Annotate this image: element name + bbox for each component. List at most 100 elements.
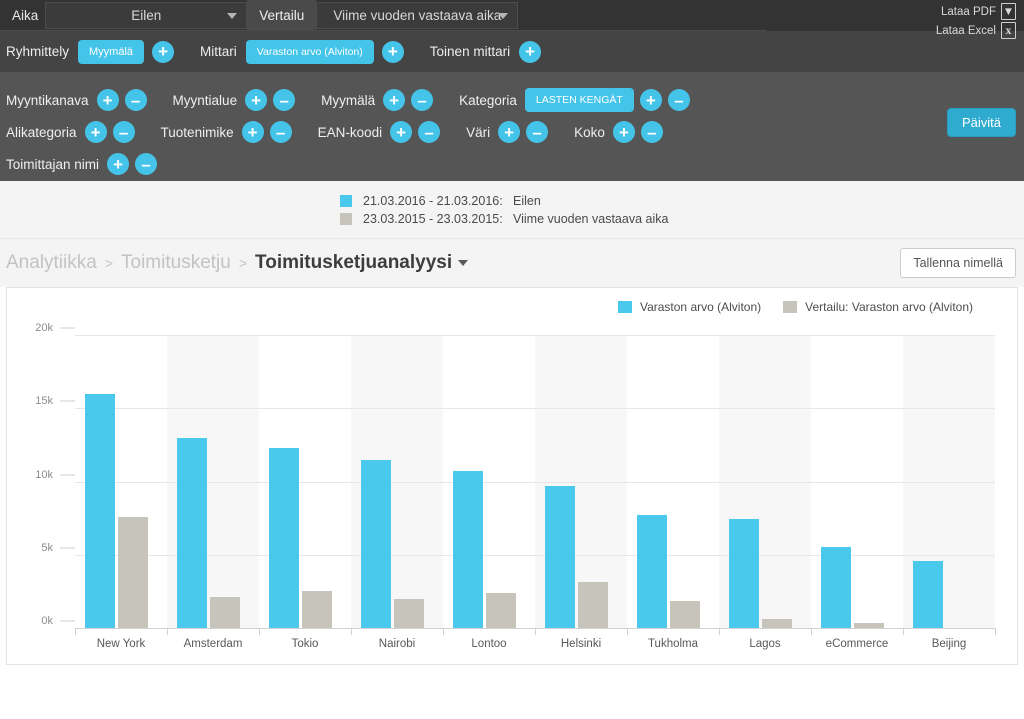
bar-group: [535, 335, 627, 628]
breadcrumb-separator: >: [104, 255, 114, 271]
add-filter-button[interactable]: +: [84, 121, 107, 143]
x-axis-tick-mark: [75, 628, 76, 635]
bar[interactable]: [210, 596, 240, 628]
y-axis-tick-label: 15k: [35, 395, 53, 408]
comparison-legend: 21.03.2016 - 21.03.2016: Eilen 23.03.2015 …: [0, 181, 1024, 239]
bar[interactable]: [545, 485, 575, 628]
x-axis-tick-label: Amsterdam: [183, 638, 243, 650]
x-axis-tick-label: Tokio: [291, 638, 319, 650]
remove-filter-button[interactable]: –: [526, 121, 549, 143]
add-filter-button[interactable]: +: [241, 121, 264, 143]
bar[interactable]: [762, 619, 792, 628]
bar-group: [627, 335, 719, 628]
second-metric-label: Toinen mittari: [429, 44, 511, 59]
add-filter-button[interactable]: +: [245, 89, 268, 111]
add-filter-button[interactable]: +: [612, 121, 635, 143]
download-excel-label: Lataa Excel: [935, 24, 996, 37]
x-axis-tick-label: Nairobi: [378, 638, 416, 650]
bar[interactable]: [85, 393, 115, 628]
remove-filter-button[interactable]: –: [273, 89, 296, 111]
bar[interactable]: [578, 581, 608, 628]
download-pdf-label: Lataa PDF: [941, 5, 996, 18]
add-metric-button[interactable]: +: [381, 40, 404, 63]
add-filter-button[interactable]: +: [96, 89, 119, 111]
filter-label: Koko: [574, 124, 605, 140]
add-filter-button[interactable]: +: [390, 121, 413, 143]
plot-area: [75, 335, 995, 629]
bar[interactable]: [670, 600, 700, 628]
bar[interactable]: [821, 546, 851, 628]
remove-filter-button[interactable]: –: [124, 89, 147, 111]
filter-koko: Koko + –: [574, 121, 663, 143]
add-filter-button[interactable]: +: [498, 121, 521, 143]
bar[interactable]: [453, 471, 483, 628]
comparison-range-select[interactable]: Viime vuoden vastaava aika: [316, 2, 519, 29]
chart-legend-item[interactable]: Vertailu: Varaston arvo (Alviton): [783, 300, 973, 314]
add-filter-button[interactable]: +: [639, 89, 662, 111]
breadcrumb-item-toimitusketju[interactable]: Toimitusketju: [121, 252, 231, 274]
save-as-button[interactable]: Tallenna nimellä: [900, 248, 1016, 278]
download-pdf-link[interactable]: Lataa PDF ▼: [936, 3, 1016, 20]
bar[interactable]: [177, 437, 207, 628]
x-axis-tick-mark: [259, 628, 260, 635]
chart-legend-label: Varaston arvo (Alviton): [639, 300, 762, 314]
x-axis-tick-mark: [811, 628, 812, 635]
legend-date-range: 21.03.2016 - 21.03.2016:: [363, 193, 503, 208]
remove-filter-button[interactable]: –: [269, 121, 292, 143]
x-axis-tick-mark: [535, 628, 536, 635]
chevron-down-icon: [227, 12, 238, 19]
remove-filter-button[interactable]: –: [418, 121, 441, 143]
x-axis-tick-label: eCommerce: [825, 638, 889, 650]
x-axis: New York Amsterdam Tokio Nairobi Lontoo Helsi…: [75, 628, 996, 658]
download-excel-link[interactable]: Lataa Excel x: [936, 22, 1016, 39]
bar[interactable]: [486, 592, 516, 628]
chart-panel: Varaston arvo (Alviton) Vertailu: Varasto…: [6, 287, 1018, 665]
bar-group: [443, 335, 535, 628]
add-second-metric-button[interactable]: +: [519, 40, 542, 63]
bar[interactable]: [394, 599, 424, 628]
comparison-tab[interactable]: Vertailu: [247, 0, 317, 31]
x-axis-tick-mark: [627, 628, 628, 635]
bar[interactable]: [729, 518, 759, 628]
y-axis-tick-label: 10k: [35, 468, 53, 481]
remove-filter-button[interactable]: –: [135, 153, 158, 175]
comparison-legend-item: 21.03.2016 - 21.03.2016: Eilen: [340, 192, 1024, 210]
y-axis-tick-mark: [60, 400, 75, 402]
breadcrumb-item-toimitusketjuanalyysi[interactable]: Toimitusketjuanalyysi: [255, 252, 452, 274]
legend-date-range: 23.03.2015 - 23.03.2015:: [363, 211, 503, 226]
filter-label: Myymälä: [321, 92, 376, 108]
update-button[interactable]: Päivitä: [946, 108, 1016, 137]
chart-legend-item[interactable]: Varaston arvo (Alviton): [617, 300, 762, 314]
remove-filter-button[interactable]: –: [411, 89, 434, 111]
chevron-down-icon[interactable]: [458, 260, 469, 266]
filter-toimittajan-nimi: Toimittajan nimi + –: [6, 153, 158, 175]
breadcrumb-item-analytiikka[interactable]: Analytiikka: [6, 252, 97, 274]
chart-legend-swatch: [617, 301, 632, 313]
remove-filter-button[interactable]: –: [667, 89, 690, 111]
add-grouping-button[interactable]: +: [152, 40, 175, 63]
filter-chip[interactable]: LASTEN KENGÄT: [524, 88, 634, 112]
bar[interactable]: [361, 459, 391, 628]
time-range-value: Eilen: [131, 8, 162, 23]
grouping-chip-myymala[interactable]: Myymälä: [78, 39, 145, 64]
remove-filter-button[interactable]: –: [640, 121, 663, 143]
bar[interactable]: [269, 447, 299, 628]
bar[interactable]: [913, 560, 943, 628]
toolbar-divider: [0, 30, 766, 31]
bar[interactable]: [637, 515, 667, 628]
time-range-select[interactable]: Eilen: [45, 2, 248, 29]
add-filter-button[interactable]: +: [107, 153, 130, 175]
add-filter-button[interactable]: +: [383, 89, 406, 111]
filter-kategoria: Kategoria LASTEN KENGÄT + –: [459, 88, 690, 112]
bar[interactable]: [302, 590, 332, 628]
bar[interactable]: [118, 517, 148, 628]
legend-series-name: Viime vuoden vastaava aika: [513, 211, 669, 226]
legend-series-name: Eilen: [513, 193, 541, 208]
remove-filter-button[interactable]: –: [112, 121, 135, 143]
filter-label: Alikategoria: [6, 124, 77, 140]
filter-row: Alikategoria + – Tuotenimike + – EAN-koodi + – Vä…: [6, 116, 1018, 148]
chevron-down-icon: [498, 12, 509, 19]
x-axis-tick-label: Helsinki: [560, 638, 602, 650]
filter-label: Tuotenimike: [160, 124, 234, 140]
metric-chip-varaston-arvo[interactable]: Varaston arvo (Alviton): [245, 39, 374, 64]
